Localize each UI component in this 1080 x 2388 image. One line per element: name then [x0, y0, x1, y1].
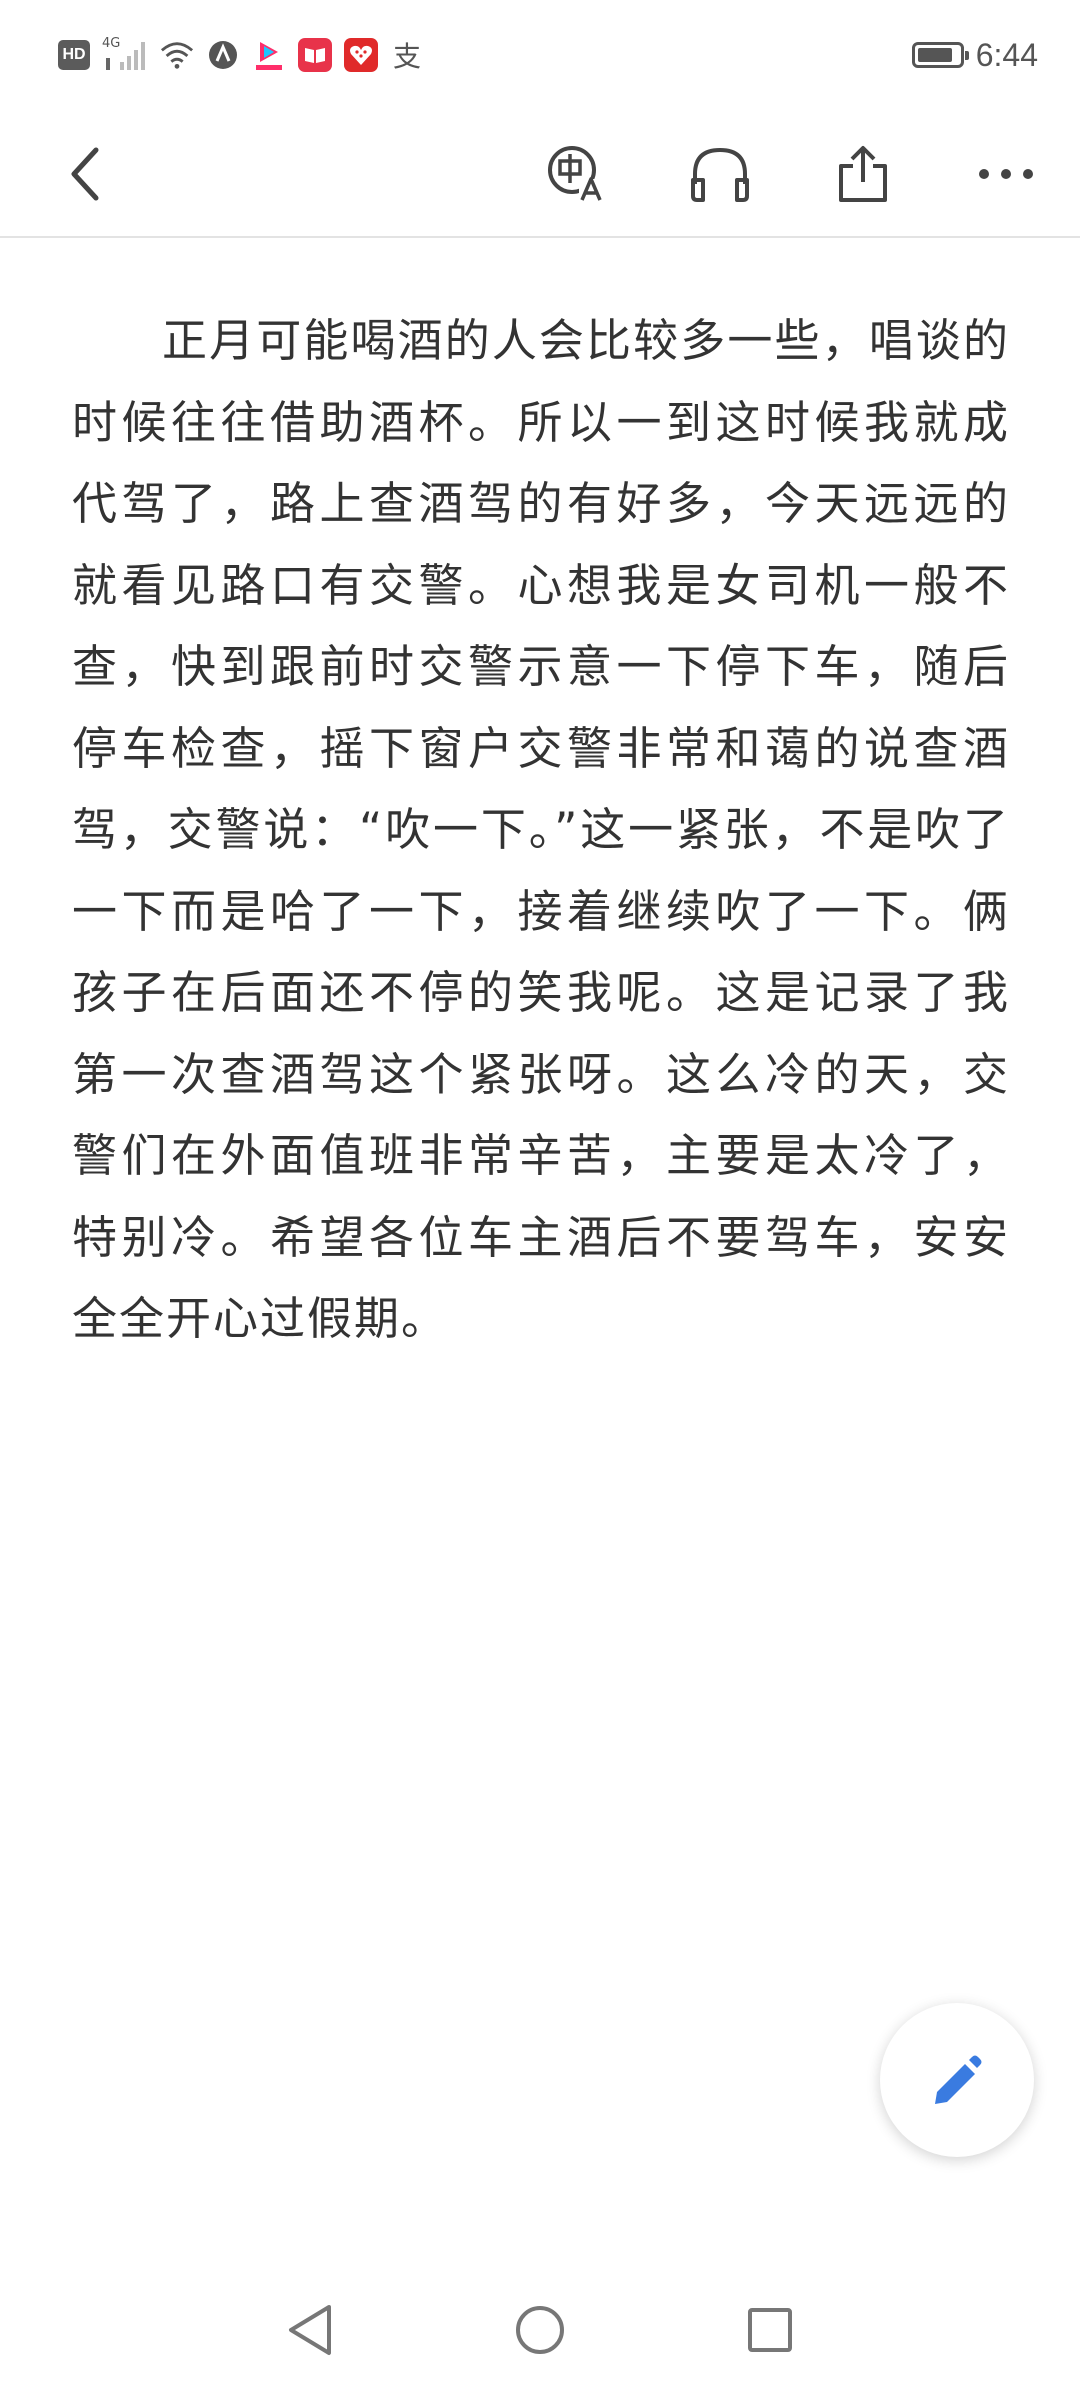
status-right: 6:44 [911, 30, 1038, 80]
headphones-icon [691, 147, 749, 202]
status-left: HD 4G 支 [58, 30, 424, 80]
alipay-icon: 支 [390, 38, 424, 73]
nfc-icon [206, 38, 240, 72]
status-time: 6:44 [975, 36, 1038, 73]
more-icon [979, 169, 1033, 179]
signal-icon: 4G [102, 36, 148, 72]
nav-back-button[interactable] [275, 2295, 345, 2365]
network-type-label: 4G [102, 36, 121, 51]
pencil-icon [935, 2055, 982, 2104]
translate-button[interactable] [540, 138, 612, 210]
more-button[interactable] [970, 138, 1042, 210]
top-toolbar [0, 110, 1080, 238]
share-button[interactable] [827, 138, 899, 210]
translate-icon [548, 146, 603, 201]
nav-recents-button[interactable] [735, 2295, 805, 2365]
nav-home-icon [516, 2306, 564, 2354]
share-icon [839, 146, 887, 202]
youku-icon [252, 38, 286, 72]
back-button[interactable] [50, 138, 122, 210]
nav-back-icon [289, 2305, 331, 2355]
article-body: 正月可能喝酒的人会比较多一些，唱谈的时候往往借助酒杯。所以一到这时候我就成代驾了… [72, 314, 1010, 1345]
alipay-char: 支 [392, 40, 421, 73]
nav-recents-icon [748, 2308, 792, 2352]
reader-icon [298, 38, 332, 72]
back-icon [71, 147, 99, 201]
battery-icon [911, 42, 969, 68]
edit-fab-button[interactable] [880, 2003, 1034, 2157]
system-nav-bar [0, 2270, 1080, 2388]
hd-badge: HD [58, 40, 90, 70]
battery-level [917, 48, 952, 62]
nav-home-button[interactable] [505, 2295, 575, 2365]
listen-button[interactable] [684, 138, 756, 210]
heart-app-icon [344, 38, 378, 72]
status-bar: HD 4G 支 6:44 [0, 0, 1080, 110]
wifi-icon [160, 38, 194, 72]
